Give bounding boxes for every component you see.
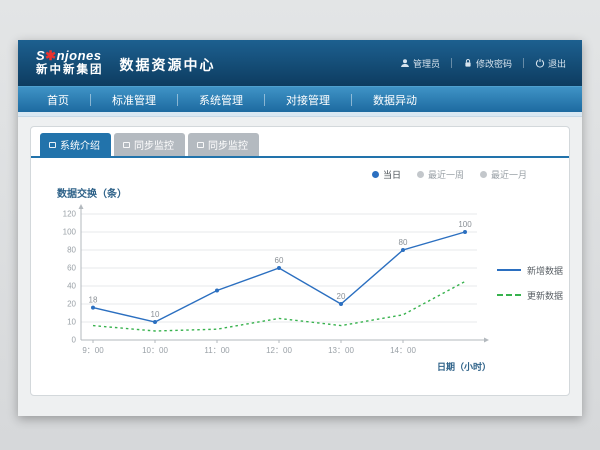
chart-row: 0 10 20 40 60 80 100 120 9：00 10：00 11：00 12：00 13：0…	[31, 200, 569, 383]
y-axis-title: 数据交换（条）	[57, 185, 569, 200]
current-user-label: 管理员	[413, 57, 440, 70]
nav-item-data-changes[interactable]: 数据异动	[352, 92, 438, 108]
nav-item-standard-mgmt[interactable]: 标准管理	[91, 92, 177, 108]
radio-dot-icon	[480, 171, 487, 178]
content-area: 系统介绍 同步监控 同步监控 当日	[18, 117, 582, 405]
svg-text:20: 20	[337, 292, 346, 301]
filter-label: 最近一月	[491, 168, 527, 181]
svg-text:100: 100	[63, 228, 77, 237]
dashed-line-icon	[497, 294, 521, 296]
legend-label: 更新数据	[527, 289, 563, 302]
header-divider	[451, 58, 452, 68]
power-icon	[535, 58, 545, 68]
filter-label: 当日	[383, 168, 401, 181]
svg-text:0: 0	[72, 336, 77, 345]
nav-item-home[interactable]: 首页	[26, 92, 90, 108]
svg-text:13：00: 13：00	[328, 346, 354, 355]
svg-text:20: 20	[67, 300, 76, 309]
filter-last-month[interactable]: 最近一月	[480, 168, 527, 181]
tab-sync-monitor-1[interactable]: 同步监控	[114, 133, 185, 156]
svg-text:日期（小时）: 日期（小时）	[437, 361, 491, 372]
change-password-button[interactable]: 修改密码	[459, 54, 516, 73]
monitor-icon	[49, 142, 56, 148]
legend-label: 新增数据	[527, 264, 563, 277]
svg-text:60: 60	[67, 264, 76, 273]
user-icon	[400, 58, 410, 68]
filter-last-week[interactable]: 最近一周	[417, 168, 464, 181]
filter-today[interactable]: 当日	[372, 168, 401, 181]
svg-text:18: 18	[89, 296, 98, 305]
dashboard-card: 系统介绍 同步监控 同步监控 当日	[30, 126, 570, 396]
app-window: S✱njones 新中新集团 数据资源中心 管理员 修改密码 退出	[18, 40, 582, 416]
page-title: 数据资源中心	[120, 55, 216, 75]
svg-text:10: 10	[151, 310, 160, 319]
svg-text:100: 100	[458, 220, 472, 229]
svg-text:10：00: 10：00	[142, 346, 168, 355]
radio-dot-icon	[417, 171, 424, 178]
svg-text:80: 80	[67, 246, 76, 255]
tab-bar: 系统介绍 同步监控 同步监控	[31, 127, 569, 158]
svg-text:10: 10	[67, 318, 76, 327]
current-user-button[interactable]: 管理员	[396, 54, 444, 73]
nav-item-system-mgmt[interactable]: 系统管理	[178, 92, 264, 108]
time-range-filters: 当日 最近一周 最近一月	[31, 158, 569, 181]
line-chart: 0 10 20 40 60 80 100 120 9：00 10：00 11：00 12：00 13：0…	[41, 200, 493, 383]
tab-label: 同步监控	[134, 137, 174, 152]
logo-subtitle: 新中新集团	[36, 64, 104, 77]
logout-label: 退出	[548, 57, 566, 70]
series-legend: 新增数据 更新数据	[497, 264, 563, 302]
tab-sync-monitor-2[interactable]: 同步监控	[188, 133, 259, 156]
tab-system-intro[interactable]: 系统介绍	[40, 133, 111, 156]
svg-text:80: 80	[399, 238, 408, 247]
logo: S✱njones 新中新集团	[36, 49, 104, 77]
monitor-icon	[123, 142, 130, 148]
line-chart-svg: 0 10 20 40 60 80 100 120 9：00 10：00 11：00 12：00 13：0…	[41, 200, 493, 378]
main-nav: 首页 标准管理 系统管理 对接管理 数据异动	[18, 86, 582, 112]
svg-text:40: 40	[67, 282, 76, 291]
key-icon	[463, 58, 473, 68]
legend-new-data[interactable]: 新增数据	[497, 264, 563, 277]
svg-text:14：00: 14：00	[390, 346, 416, 355]
legend-updated-data[interactable]: 更新数据	[497, 289, 563, 302]
tab-label: 同步监控	[208, 137, 248, 152]
svg-text:60: 60	[275, 256, 284, 265]
svg-text:9：00: 9：00	[82, 346, 104, 355]
logo-star-icon: ✱	[45, 48, 56, 63]
filter-label: 最近一周	[428, 168, 464, 181]
monitor-icon	[197, 142, 204, 148]
logo-wordmark: S✱njones	[36, 49, 104, 63]
desktop-background: S✱njones 新中新集团 数据资源中心 管理员 修改密码 退出	[0, 0, 600, 450]
nav-item-interface-mgmt[interactable]: 对接管理	[265, 92, 351, 108]
tab-label: 系统介绍	[60, 137, 100, 152]
header-divider	[523, 58, 524, 68]
svg-text:120: 120	[63, 210, 77, 219]
solid-line-icon	[497, 269, 521, 271]
radio-dot-icon	[372, 171, 379, 178]
svg-text:12：00: 12：00	[266, 346, 292, 355]
header-actions: 管理员 修改密码 退出	[396, 54, 570, 73]
svg-text:11：00: 11：00	[204, 346, 230, 355]
app-header: S✱njones 新中新集团 数据资源中心 管理员 修改密码 退出	[18, 40, 582, 86]
logout-button[interactable]: 退出	[531, 54, 570, 73]
change-password-label: 修改密码	[476, 57, 512, 70]
